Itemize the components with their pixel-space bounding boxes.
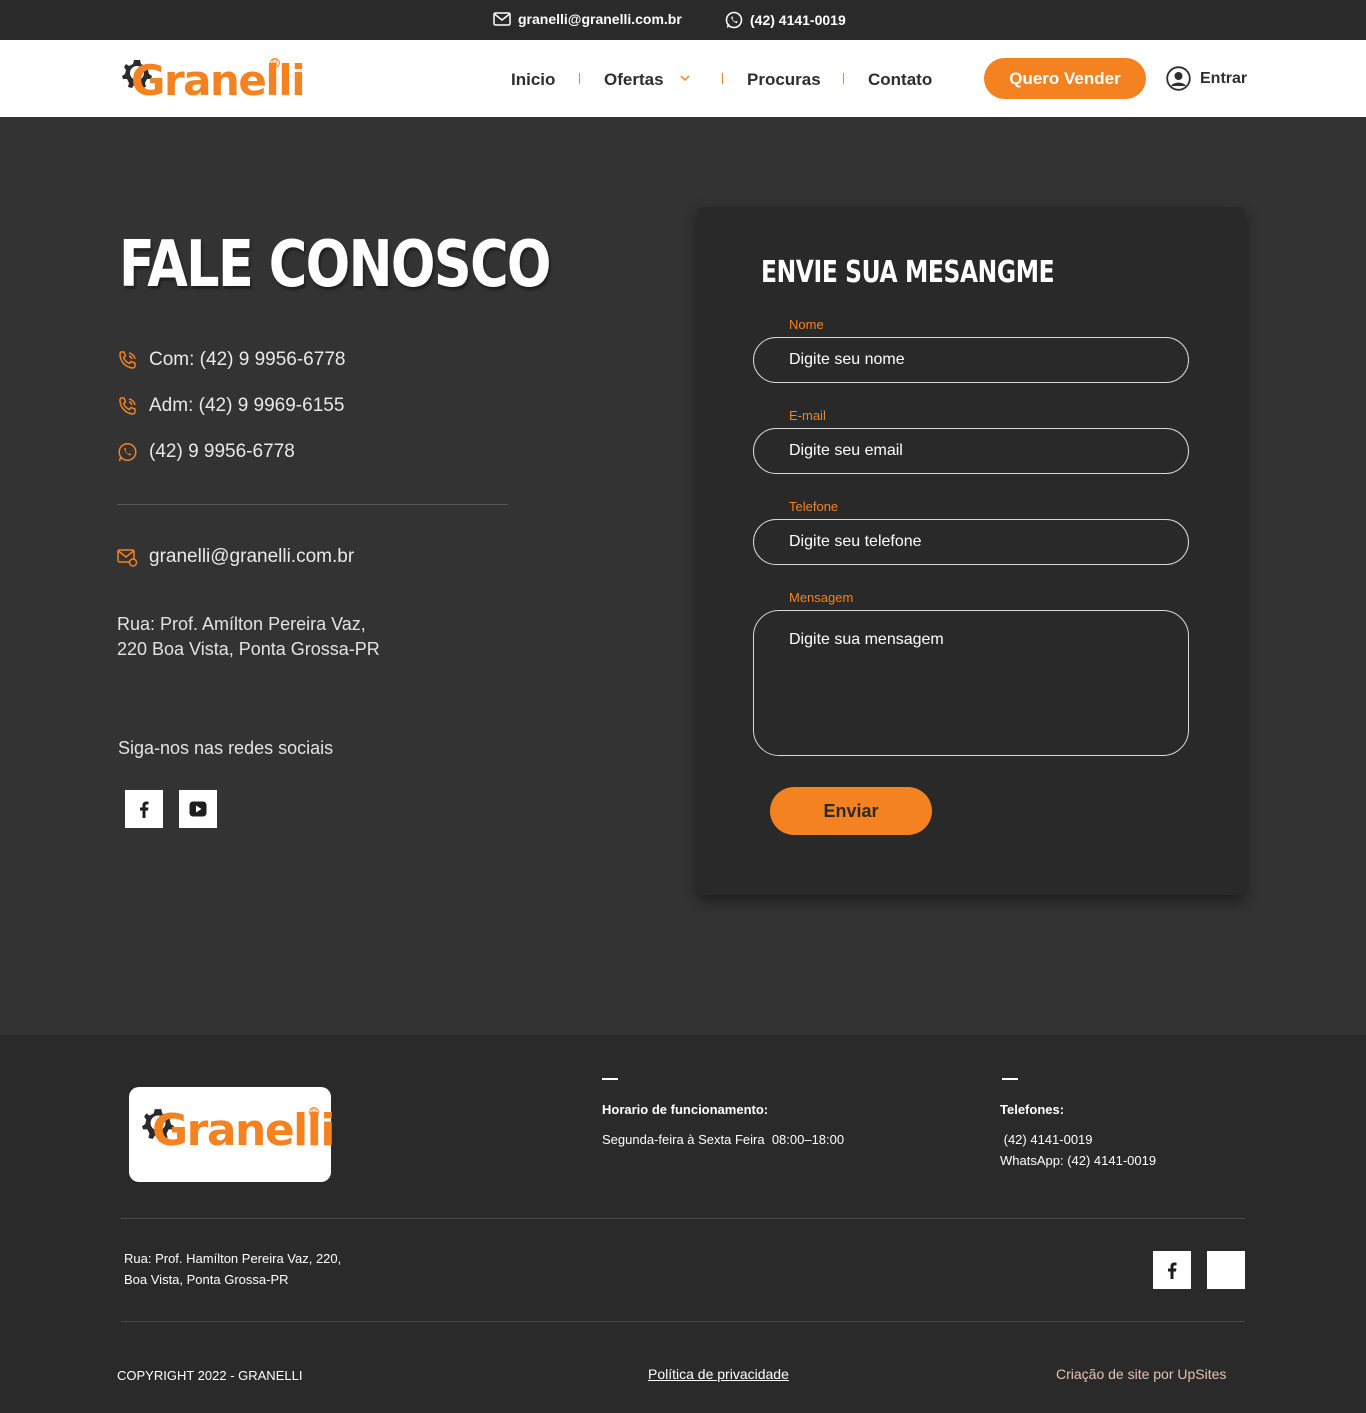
page-title: FALE CONOSCO: [119, 228, 552, 302]
email-label: E-mail: [789, 408, 826, 423]
nav-separator: [579, 73, 580, 84]
top-bar: granelli@granelli.com.br (42) 4141-0019: [0, 0, 1366, 40]
address: Rua: Prof. Amílton Pereira Vaz, 220 Boa …: [117, 612, 380, 662]
phone-adm[interactable]: Adm: (42) 9 9969-6155: [117, 395, 344, 417]
name-input[interactable]: Digite seu nome: [753, 337, 1189, 383]
whatsapp-icon: [725, 11, 743, 29]
nav-item-contato[interactable]: Contato: [868, 70, 932, 90]
form-title: ENVIE SUA MESANGME: [761, 255, 1055, 290]
mail-icon: [117, 548, 138, 567]
nav-item-procuras[interactable]: Procuras: [747, 70, 821, 90]
footer-divider: [121, 1218, 1245, 1219]
hours-text: Segunda-feira à Sexta Feira 08:00–18:00: [602, 1132, 845, 1147]
topbar-email-text: granelli@granelli.com.br: [518, 11, 682, 27]
whatsapp-icon: [118, 442, 137, 461]
footer-facebook-button[interactable]: [1153, 1251, 1191, 1289]
name-label: Nome: [789, 317, 824, 332]
footer-phone[interactable]: (42) 4141-0019: [1000, 1129, 1093, 1150]
mail-icon: [493, 12, 511, 26]
nav-separator: [722, 73, 723, 84]
header: Granelli R Inicio Ofertas Procuras Conta…: [0, 40, 1366, 117]
address-line: 220 Boa Vista, Ponta Grossa-PR: [117, 639, 380, 659]
topbar-email-link[interactable]: granelli@granelli.com.br: [493, 11, 682, 27]
phone-input[interactable]: Digite seu telefone: [753, 519, 1189, 565]
contact-email-text: granelli@granelli.com.br: [149, 546, 355, 567]
registered-mark: R: [309, 1107, 319, 1117]
footer-youtube-button[interactable]: [1207, 1251, 1245, 1289]
registered-mark: R: [270, 58, 280, 68]
chevron-down-icon[interactable]: [680, 75, 690, 82]
divider: [117, 504, 508, 505]
login-label: Entrar: [1200, 69, 1248, 87]
nav-separator: [843, 73, 844, 84]
footer-logo-mark: Granelli R: [142, 1103, 335, 1159]
phone-com-text: Com: (42) 9 9956-6778: [149, 349, 346, 370]
dash-divider: [602, 1078, 618, 1080]
facebook-icon: [1168, 1262, 1177, 1279]
phone-whatsapp[interactable]: (42) 9 9956-6778: [117, 441, 295, 463]
social-heading: Siga-nos nas redes sociais: [118, 738, 334, 758]
submit-button[interactable]: Enviar: [770, 787, 932, 835]
phone-adm-text: Adm: (42) 9 9969-6155: [149, 395, 345, 416]
youtube-icon: [189, 801, 207, 817]
message-textarea[interactable]: Digite sua mensagem: [753, 610, 1189, 756]
footer-whatsapp[interactable]: WhatsApp: (42) 4141-0019: [1000, 1150, 1156, 1171]
footer-logo[interactable]: Granelli R: [129, 1087, 335, 1182]
copyright: COPYRIGHT 2022 - GRANELLI: [117, 1368, 303, 1383]
phone-icon: [119, 350, 136, 369]
phone-label: Telefone: [789, 499, 839, 514]
message-label: Mensagem: [789, 590, 854, 605]
phone-com[interactable]: Com: (42) 9 9956-6778: [117, 349, 345, 371]
footer-divider: [121, 1321, 1245, 1322]
footer-address-line: Rua: Prof. Hamílton Pereira Vaz, 220,: [124, 1251, 342, 1266]
facebook-icon: [140, 801, 149, 818]
topbar-whatsapp-link[interactable]: (42) 4141-0019: [725, 11, 846, 29]
phone-whatsapp-text: (42) 9 9956-6778: [149, 441, 295, 462]
address-line: Rua: Prof. Amílton Pereira Vaz,: [117, 614, 366, 634]
footer-logo-text: Granelli: [152, 1105, 335, 1156]
topbar-phone-text: (42) 4141-0019: [750, 12, 846, 28]
nav-item-ofertas[interactable]: Ofertas: [604, 70, 664, 90]
phones-title: Telefones:: [1000, 1102, 1065, 1117]
logo[interactable]: Granelli R: [122, 54, 306, 105]
youtube-button[interactable]: [179, 790, 217, 828]
footer: Granelli R Horario de funcionamento: Seg…: [0, 1035, 1366, 1413]
user-icon: [1166, 66, 1191, 91]
contact-email[interactable]: granelli@granelli.com.br: [117, 546, 354, 568]
facebook-button[interactable]: [125, 790, 163, 828]
footer-address-line: Boa Vista, Ponta Grossa-PR: [124, 1272, 289, 1287]
nav-item-inicio[interactable]: Inicio: [511, 70, 555, 90]
login-link[interactable]: Entrar: [1166, 66, 1247, 91]
hours-title: Horario de funcionamento:: [602, 1102, 769, 1117]
contact-form-card: ENVIE SUA MESANGME Nome Digite seu nome …: [697, 207, 1245, 895]
quero-vender-button[interactable]: Quero Vender: [984, 58, 1146, 99]
credit-link[interactable]: Criação de site por UpSites: [1056, 1366, 1226, 1382]
phone-icon: [119, 396, 136, 415]
privacy-link[interactable]: Política de privacidade: [648, 1366, 789, 1382]
email-input[interactable]: Digite seu email: [753, 428, 1189, 474]
dash-divider: [1002, 1078, 1018, 1080]
